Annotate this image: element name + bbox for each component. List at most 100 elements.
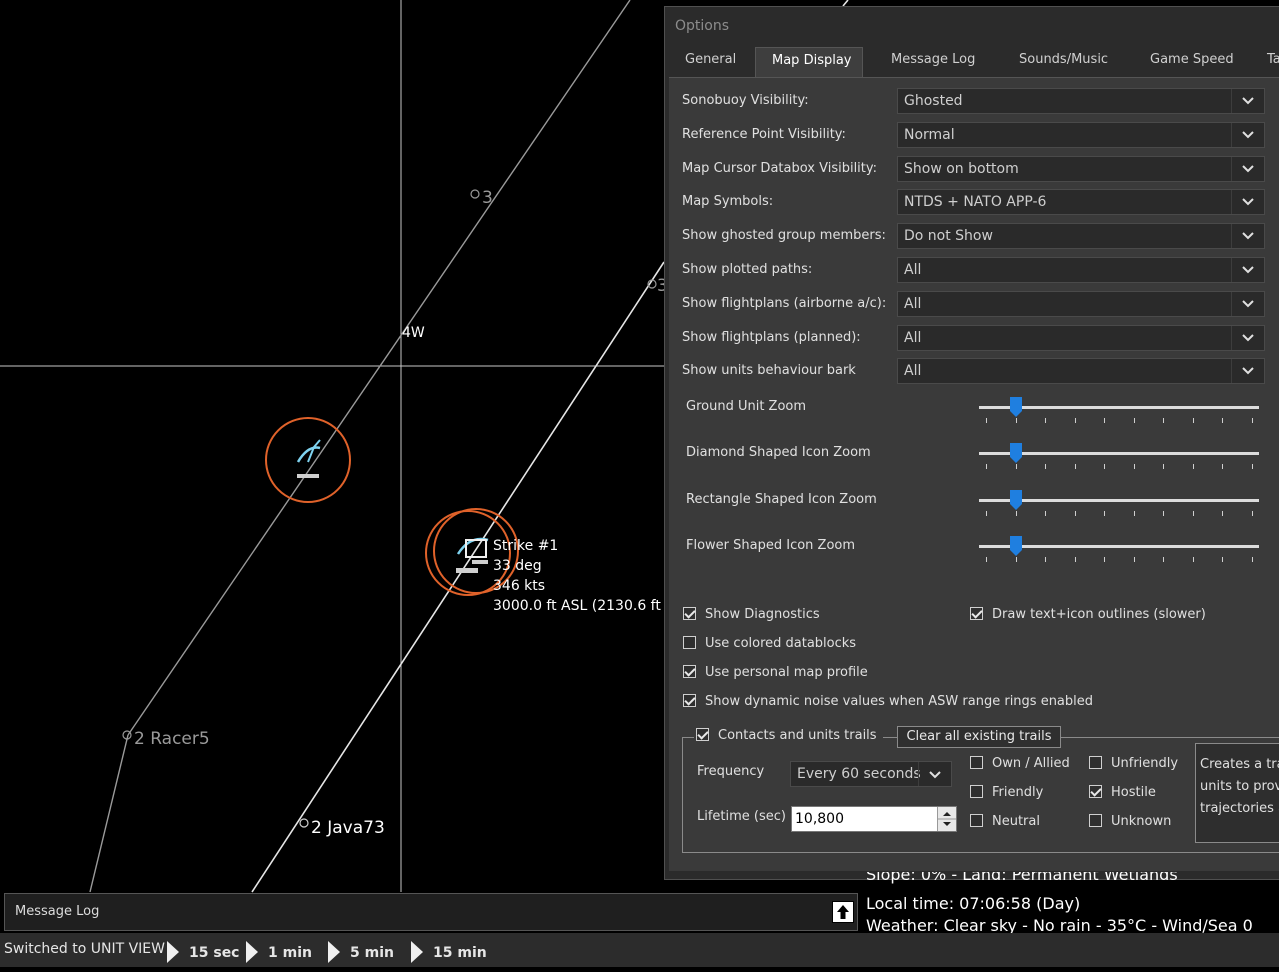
slider-tick — [1163, 510, 1164, 516]
chevron-down-icon — [1231, 291, 1264, 316]
description-line: Creates a tra — [1200, 757, 1279, 772]
slider-tick — [1251, 464, 1253, 470]
time-step-15min[interactable]: 15 min — [411, 941, 487, 963]
slider-tick — [1192, 556, 1194, 562]
setting-select[interactable]: Normal — [897, 121, 1265, 148]
slider-tick — [1045, 556, 1046, 562]
slider-tick — [1074, 464, 1076, 470]
description-line: units to prov — [1200, 779, 1279, 794]
checkbox-indicator — [696, 728, 709, 741]
setting-label: Map Cursor Databox Visibility: — [682, 160, 878, 176]
checkbox-indicator — [970, 814, 983, 827]
slider-tick — [1045, 464, 1046, 470]
slider-tick — [1133, 510, 1135, 516]
checkbox-indicator — [970, 607, 983, 620]
frequency-select[interactable]: Every 60 seconds — [790, 761, 952, 787]
setting-value: Show on bottom — [904, 160, 1019, 177]
frequency-label: Frequency — [697, 764, 765, 779]
setting-select[interactable]: NTDS + NATO APP-6 — [897, 189, 1265, 216]
trails-description: Creates a tra units to prov trajectories… — [1195, 743, 1279, 843]
filter-friendly-checkbox[interactable]: Friendly — [970, 785, 1043, 803]
setting-select[interactable]: Ghosted — [897, 88, 1265, 114]
slider-label: Flower Shaped Icon Zoom — [686, 537, 856, 553]
slider-thumb[interactable] — [1009, 396, 1023, 418]
draw-outlines-checkbox[interactable]: Draw text+icon outlines (slower) — [970, 607, 1206, 625]
show-diagnostics-checkbox[interactable]: Show Diagnostics — [683, 607, 820, 625]
colored-datablocks-checkbox[interactable]: Use colored datablocks — [683, 636, 856, 654]
chevron-down-icon — [1231, 224, 1264, 249]
setting-select[interactable]: All — [897, 358, 1265, 385]
zoom-slider[interactable] — [979, 395, 1259, 425]
filter-hostile-checkbox[interactable]: Hostile — [1089, 785, 1156, 803]
slider-tick — [1192, 464, 1194, 470]
setting-value: Ghosted — [904, 93, 963, 109]
slider-thumb[interactable] — [1009, 489, 1023, 511]
play-icon — [411, 941, 423, 963]
time-step-label: 15 sec — [189, 945, 240, 961]
lifetime-spinner[interactable]: 10,800 — [791, 806, 957, 832]
setting-value: All — [904, 262, 922, 278]
slider-tick — [1133, 464, 1135, 470]
slider-ticks — [979, 510, 1259, 519]
time-step-label: 15 min — [433, 945, 487, 961]
unit-label-racer5[interactable]: 2 Racer5 — [134, 729, 210, 749]
waypoint-marker[interactable] — [299, 818, 309, 828]
slider-tick — [1251, 556, 1253, 562]
expand-up-icon[interactable] — [832, 901, 854, 923]
tab-bar: General Map Display Message Log Sounds/M… — [669, 47, 1279, 77]
time-step-15sec[interactable]: 15 sec — [167, 941, 239, 963]
flight-path-line — [127, 0, 631, 736]
checkbox-indicator — [1089, 814, 1102, 827]
filter-unfriendly-checkbox[interactable]: Unfriendly — [1089, 756, 1178, 774]
zoom-slider[interactable] — [979, 534, 1259, 564]
slider-thumb[interactable] — [1009, 442, 1023, 464]
setting-select[interactable]: Show on bottom — [897, 155, 1265, 182]
setting-select[interactable]: All — [897, 257, 1265, 283]
chevron-down-icon — [1231, 359, 1264, 384]
slider-tick — [1163, 556, 1164, 562]
checkbox-label: Use personal map profile — [705, 665, 868, 680]
dynamic-noise-checkbox[interactable]: Show dynamic noise values when ASW range… — [683, 694, 1093, 712]
time-step-5min[interactable]: 5 min — [328, 941, 394, 963]
tab-game-speed[interactable]: Game Speed — [1134, 47, 1250, 77]
unit-speed: 346 kts — [493, 578, 546, 594]
slider-thumb[interactable] — [1009, 535, 1023, 557]
play-icon — [246, 941, 258, 963]
slider-tick — [1222, 556, 1223, 562]
clear-trails-button[interactable]: Clear all existing trails — [897, 726, 1061, 748]
contacts-trails-checkbox[interactable]: Contacts and units trails — [694, 728, 883, 746]
tab-general[interactable]: General — [669, 47, 752, 77]
personal-map-profile-checkbox[interactable]: Use personal map profile — [683, 665, 868, 683]
lifetime-label: Lifetime (sec) — [697, 809, 786, 824]
grid-sector-label: 4W — [402, 325, 425, 341]
time-step-1min[interactable]: 1 min — [246, 941, 312, 963]
options-window[interactable]: Options General Map Display Message Log … — [664, 6, 1279, 880]
filter-own-allied-checkbox[interactable]: Own / Allied — [970, 756, 1070, 774]
tab-more[interactable]: Ta — [1251, 47, 1279, 77]
filter-unknown-checkbox[interactable]: Unknown — [1089, 814, 1171, 832]
setting-select[interactable]: All — [897, 324, 1265, 351]
tab-message-log[interactable]: Message Log — [875, 47, 991, 77]
checkbox-label: Unknown — [1111, 814, 1172, 829]
slider-tick — [1222, 464, 1223, 470]
tab-map-display[interactable]: Map Display — [755, 47, 863, 77]
tab-sounds-music[interactable]: Sounds/Music — [1003, 47, 1124, 77]
setting-select[interactable]: Do not Show — [897, 223, 1265, 250]
unit-databox: Strike #1 33 deg 346 kts 3000.0 ft ASL (… — [493, 536, 685, 616]
slider-tick — [1192, 418, 1194, 423]
zoom-slider[interactable] — [979, 441, 1259, 471]
waypoint-marker[interactable] — [470, 189, 480, 199]
slider-tick — [1104, 464, 1105, 470]
zoom-slider[interactable] — [979, 488, 1259, 518]
spinner-arrows-icon[interactable] — [937, 807, 956, 831]
chevron-down-icon — [1231, 190, 1264, 215]
unit-label-java73[interactable]: 2 Java73 — [311, 818, 385, 838]
slider-tick — [1074, 510, 1076, 516]
slider-tick — [1251, 418, 1253, 423]
slider-ticks — [979, 556, 1259, 565]
message-log-bar[interactable]: Message Log — [4, 893, 858, 931]
checkbox-indicator — [683, 694, 696, 707]
slider-label: Rectangle Shaped Icon Zoom — [686, 491, 877, 507]
setting-select[interactable]: All — [897, 290, 1265, 317]
filter-neutral-checkbox[interactable]: Neutral — [970, 814, 1040, 832]
